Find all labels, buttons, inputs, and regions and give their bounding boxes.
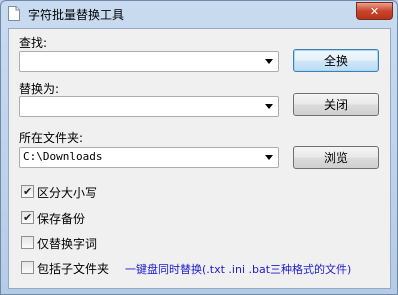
dialog-body: 查找: 全换 替换为: 关闭 所在文件夹: C:\Downloads 浏览 ✔ … [8, 28, 391, 289]
window-close-button[interactable]: ✕ [356, 2, 393, 20]
supported-formats-note: 一键盘同时替换(.txt .ini .bat三种格式的文件) [125, 263, 352, 276]
find-label: 查找: [19, 36, 48, 50]
folder-dropdown-arrow-icon[interactable] [265, 155, 273, 160]
window-title: 字符批量替换工具 [28, 8, 125, 22]
document-icon [8, 6, 20, 21]
case-sensitive-checkbox[interactable]: ✔ [21, 185, 34, 198]
save-backup-label[interactable]: 保存备份 [37, 210, 85, 227]
replace-all-button[interactable]: 全换 [293, 49, 379, 72]
close-icon: ✕ [369, 4, 380, 18]
replace-dropdown-arrow-icon[interactable] [265, 104, 273, 109]
folder-label: 所在文件夹: [19, 131, 84, 145]
include-subfolders-label[interactable]: 包括子文件夹 [37, 260, 109, 277]
case-sensitive-label[interactable]: 区分大小写 [37, 184, 97, 201]
main-window: 字符批量替换工具 ✕ 查找: 全换 替换为: 关闭 所在文件夹: C:\Down… [0, 0, 398, 295]
close-button[interactable]: 关闭 [293, 93, 379, 116]
find-combobox[interactable] [19, 51, 279, 72]
browse-button[interactable]: 浏览 [293, 146, 379, 169]
folder-combobox[interactable]: C:\Downloads [19, 147, 279, 168]
replace-combobox[interactable] [19, 96, 279, 117]
checkmark-icon: ✔ [23, 211, 33, 224]
replace-label: 替换为: [19, 82, 60, 96]
save-backup-checkbox[interactable]: ✔ [21, 211, 34, 224]
folder-input[interactable]: C:\Downloads [23, 150, 102, 163]
include-subfolders-checkbox[interactable] [21, 261, 34, 274]
whole-word-label[interactable]: 仅替换字词 [37, 235, 97, 252]
find-dropdown-arrow-icon[interactable] [265, 59, 273, 64]
title-bar: 字符批量替换工具 ✕ [1, 1, 397, 27]
whole-word-checkbox[interactable] [21, 236, 34, 249]
checkmark-icon: ✔ [23, 185, 33, 198]
